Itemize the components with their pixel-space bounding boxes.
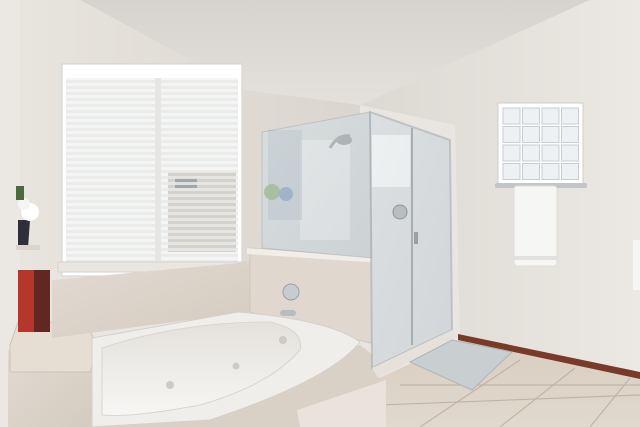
blind-slat: [66, 188, 238, 191]
hand-towel: [513, 185, 558, 267]
glass-block: [561, 107, 579, 125]
bathroom-illustration: [0, 0, 640, 427]
glass-block: [561, 126, 579, 143]
glass-block: [541, 107, 560, 125]
blind-slat: [66, 158, 238, 161]
blind-slat: [66, 194, 238, 197]
glass-block-window: [497, 102, 584, 186]
glass-block: [502, 144, 521, 162]
glass-block: [541, 163, 560, 180]
glass-block: [502, 163, 521, 180]
blind-slat: [66, 224, 238, 227]
edge-towel: [633, 240, 640, 290]
blind-slat: [66, 128, 238, 131]
shower-valve: [392, 204, 408, 220]
glass-block: [522, 107, 540, 125]
glass-block: [522, 126, 540, 143]
blind-slat: [66, 140, 238, 143]
bathroom-scene: [0, 0, 640, 427]
blind-slat: [66, 92, 238, 95]
blind-slat: [66, 110, 238, 113]
blind-slat: [66, 98, 238, 101]
glass-block: [561, 163, 579, 180]
left-window: [57, 63, 249, 277]
blind-slat: [66, 236, 238, 239]
blind-slat: [66, 86, 238, 89]
glass-block: [541, 144, 560, 162]
glass-block: [541, 126, 560, 143]
shower-door-handle: [414, 232, 418, 244]
blind-slat: [66, 146, 238, 149]
blind-slat: [66, 206, 238, 209]
blind-slat: [66, 134, 238, 137]
tub-jet: [166, 381, 174, 389]
glass-block: [502, 107, 521, 125]
blind-slat: [66, 242, 238, 245]
blind-slat: [66, 80, 238, 83]
blind-slat: [66, 182, 238, 185]
blind-slat: [66, 200, 238, 203]
glass-block: [561, 144, 579, 162]
blind-slat: [66, 122, 238, 125]
blind-slat: [66, 116, 238, 119]
blind-slat: [66, 104, 238, 107]
blind-slat: [66, 170, 238, 173]
tub-jet: [232, 362, 240, 370]
blind-slat: [66, 230, 238, 233]
glass-block: [522, 163, 540, 180]
shower-glass-side: [261, 111, 373, 259]
blind-slat: [66, 248, 238, 251]
blind-slat: [66, 164, 238, 167]
tub-jet: [279, 336, 287, 344]
blind-slat: [66, 218, 238, 221]
blind-slat: [66, 212, 238, 215]
blind-slat: [66, 152, 238, 155]
glass-block: [522, 144, 540, 162]
blind-slat: [66, 176, 238, 179]
blind-slat: [66, 254, 238, 257]
glass-block: [502, 126, 521, 143]
